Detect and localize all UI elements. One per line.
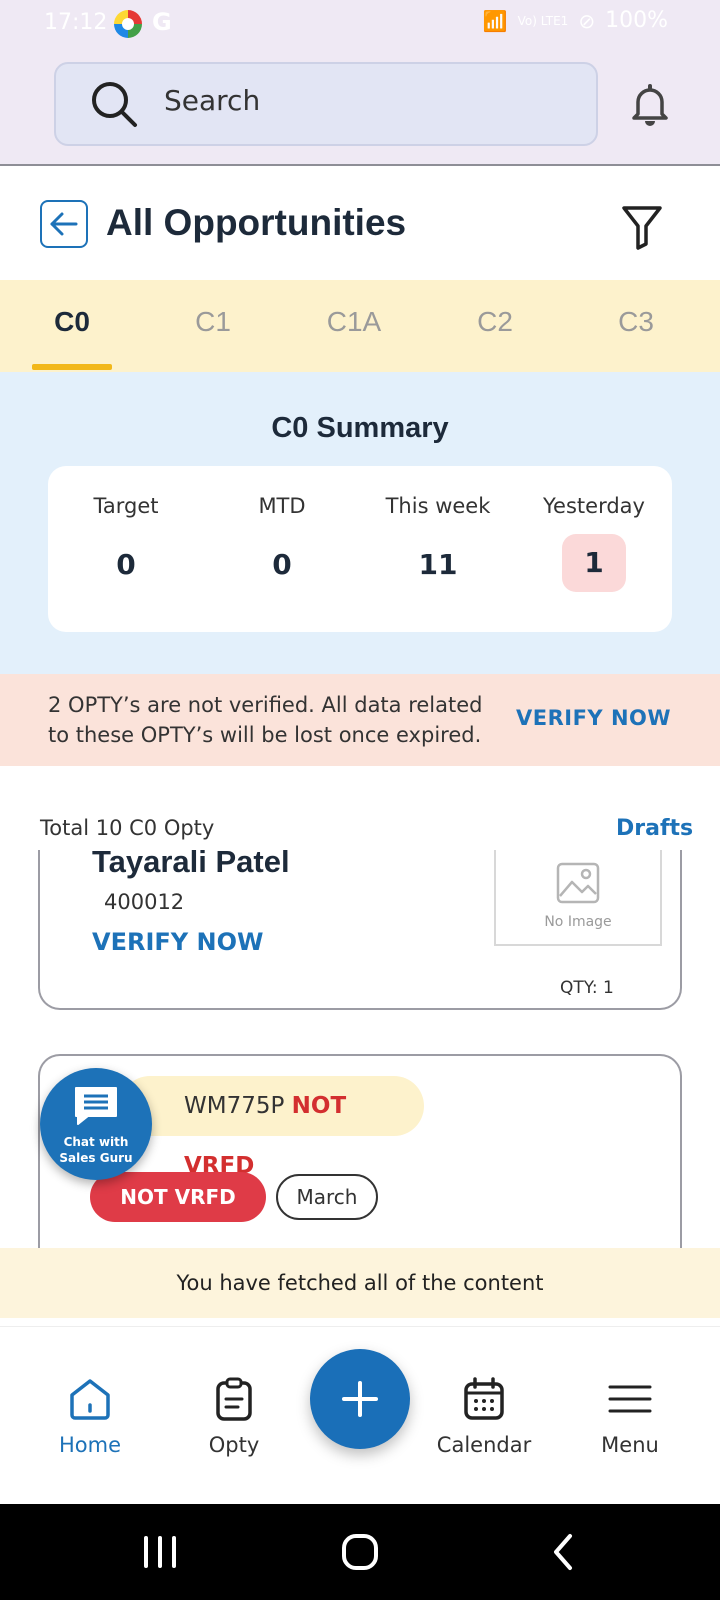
customer-name: Tayarali Patel: [92, 850, 290, 879]
vehicle-model: WM775P: [184, 1093, 285, 1119]
stat-this-week: This week 11: [360, 494, 516, 581]
chat-label-line1: Chat with: [63, 1135, 129, 1149]
stat-label: Yesterday: [543, 494, 645, 518]
verify-message: 2 OPTY’s are not verified. All data rela…: [48, 693, 483, 747]
google-notification-icon: G: [152, 8, 172, 36]
status-badge: NOT VRFD: [90, 1172, 266, 1222]
wifi-icon: 📶: [482, 8, 508, 33]
opportunity-card[interactable]: Tayarali Patel 400012 VERIFY NOW No Imag…: [38, 850, 682, 1010]
page-header: All Opportunities: [0, 168, 720, 280]
nav-home-label: Home: [58, 1433, 121, 1457]
plus-icon: [342, 1381, 378, 1417]
summary-title: C0 Summary: [271, 412, 449, 444]
chat-label: Chat with Sales Guru: [40, 1134, 152, 1166]
verify-now-link[interactable]: VERIFY NOW: [516, 706, 671, 730]
stat-label: This week: [385, 494, 491, 518]
tab-c0[interactable]: C0: [17, 306, 127, 338]
hamburger-menu-icon: [608, 1385, 652, 1413]
tab-c1a[interactable]: C1A: [299, 306, 409, 338]
search-placeholder: Search: [164, 84, 261, 117]
customer-pincode: 400012: [104, 890, 185, 914]
summary-card: Target 0 MTD 0 This week 11 Yesterday 1: [48, 466, 672, 632]
vehicle-pill: WM775P NOT VRFD: [120, 1076, 424, 1179]
stat-yesterday: Yesterday 1: [516, 494, 672, 592]
total-count: Total 10 C0 Opty: [40, 816, 215, 840]
status-bar: 17:12 G 📶 Vo) LTE1 ⊘ 100%: [0, 0, 720, 50]
clipboard-icon: [216, 1377, 252, 1421]
filter-icon[interactable]: [620, 204, 664, 250]
home-icon: [70, 1379, 110, 1420]
chat-label-line2: Sales Guru: [59, 1151, 133, 1165]
no-image-text: No Image: [544, 914, 612, 930]
stat-label: MTD: [258, 494, 306, 518]
system-navigation-bar: [0, 1504, 720, 1600]
nav-opty-label: Opty: [208, 1433, 260, 1457]
quantity: QTY: 1: [560, 978, 614, 998]
verify-banner: 2 OPTY’s are not verified. All data rela…: [0, 674, 720, 766]
back-system-icon[interactable]: [544, 1532, 584, 1572]
month-badge: March: [276, 1174, 378, 1220]
chat-sales-guru-button[interactable]: Chat with Sales Guru: [40, 1068, 152, 1180]
stat-value: 11: [418, 548, 458, 581]
search-input[interactable]: Search: [54, 62, 598, 146]
nav-menu-label: Menu: [601, 1433, 659, 1457]
card-verify-now-link[interactable]: VERIFY NOW: [92, 928, 263, 956]
battery-percentage: 100%: [605, 8, 668, 33]
stat-mtd: MTD 0: [204, 494, 360, 581]
home-system-icon[interactable]: [340, 1532, 380, 1572]
image-placeholder-icon: [556, 862, 600, 904]
status-indicators: 📶 Vo) LTE1 ⊘ 100%: [483, 8, 668, 33]
stat-value: 0: [116, 548, 136, 581]
chat-icon: [75, 1087, 117, 1125]
search-icon: [92, 82, 137, 127]
page-title: All Opportunities: [106, 202, 407, 243]
calendar-icon: [464, 1377, 504, 1420]
stat-value: 0: [272, 548, 292, 581]
tab-c1[interactable]: C1: [158, 306, 268, 338]
active-tab-indicator: [32, 364, 112, 370]
nav-calendar[interactable]: Calendar: [414, 1375, 554, 1457]
tab-c2[interactable]: C2: [440, 306, 550, 338]
tab-c3[interactable]: C3: [581, 306, 691, 338]
stat-label: Target: [93, 494, 159, 518]
lte-icon: Vo) LTE1: [517, 13, 569, 28]
nav-menu[interactable]: Menu: [560, 1375, 700, 1457]
end-of-list-message: You have fetched all of the content: [0, 1248, 720, 1318]
drafts-link[interactable]: Drafts: [616, 816, 693, 841]
nav-opty[interactable]: Opty: [164, 1375, 304, 1457]
status-time: 17:12: [44, 10, 108, 35]
stage-tabs: C0 C1 C1A C2 C3: [0, 280, 720, 372]
stat-value: 1: [562, 534, 626, 592]
no-image-placeholder: No Image: [494, 850, 662, 946]
nav-home[interactable]: Home: [20, 1375, 160, 1457]
app-notification-icon: [114, 10, 142, 38]
summary-section: C0 Summary Target 0 MTD 0 This week 11 Y…: [0, 372, 720, 674]
add-opportunity-button[interactable]: [310, 1349, 410, 1449]
back-button[interactable]: [40, 200, 88, 248]
recent-apps-icon[interactable]: [140, 1532, 180, 1572]
top-header: 17:12 G 📶 Vo) LTE1 ⊘ 100% Search: [0, 0, 720, 166]
dnd-icon: ⊘: [578, 8, 596, 33]
nav-calendar-label: Calendar: [436, 1433, 532, 1457]
arrow-left-icon: [50, 212, 78, 236]
bell-icon[interactable]: [630, 82, 670, 126]
bottom-navigation: Home Opty Calendar Menu: [0, 1326, 720, 1504]
stat-target: Target 0: [48, 494, 204, 581]
